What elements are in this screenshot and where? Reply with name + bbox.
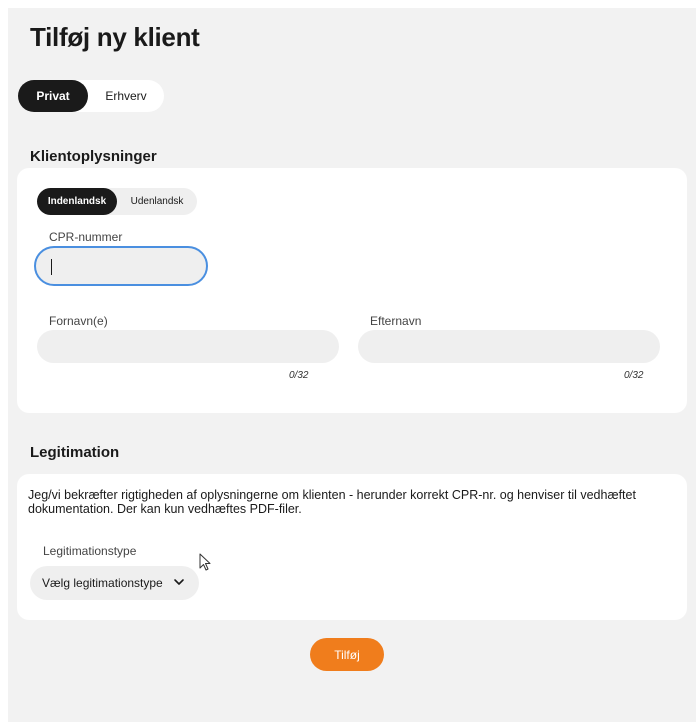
legitimation-description: Jeg/vi bekræfter rigtigheden af oplysnin… bbox=[28, 488, 636, 516]
cpr-label: CPR-nummer bbox=[49, 230, 123, 244]
last-name-counter: 0/32 bbox=[624, 370, 644, 381]
origin-domestic-option[interactable]: Indenlandsk bbox=[37, 188, 117, 215]
cpr-input[interactable] bbox=[34, 246, 208, 286]
legitimation-card: Jeg/vi bekræfter rigtigheden af oplysnin… bbox=[17, 474, 687, 620]
chevron-down-icon bbox=[174, 579, 184, 585]
text-caret bbox=[51, 259, 52, 275]
legitimation-type-label: Legitimationstype bbox=[43, 544, 137, 558]
origin-toggle: Indenlandsk Udenlandsk bbox=[37, 188, 197, 215]
first-name-input[interactable] bbox=[37, 330, 339, 363]
client-type-toggle: Privat Erhverv bbox=[18, 80, 164, 112]
first-name-label: Fornavn(e) bbox=[49, 314, 108, 328]
legitimation-type-value: Vælg legitimationstype bbox=[42, 576, 163, 590]
last-name-label: Efternavn bbox=[370, 314, 422, 328]
first-name-counter: 0/32 bbox=[289, 370, 309, 381]
page-background: Tilføj ny klient Privat Erhverv Klientop… bbox=[8, 8, 696, 722]
submit-button[interactable]: Tilføj bbox=[310, 638, 384, 671]
page-title: Tilføj ny klient bbox=[30, 22, 200, 52]
legitimation-heading: Legitimation bbox=[30, 444, 120, 461]
client-info-card: Indenlandsk Udenlandsk CPR-nummer Fornav… bbox=[17, 168, 687, 413]
client-info-heading: Klientoplysninger bbox=[30, 148, 157, 165]
mouse-pointer-icon bbox=[199, 553, 211, 571]
last-name-input[interactable] bbox=[358, 330, 660, 363]
legitimation-type-select[interactable]: Vælg legitimationstype bbox=[30, 566, 199, 600]
origin-foreign-option[interactable]: Udenlandsk bbox=[117, 188, 197, 215]
client-type-business-option[interactable]: Erhverv bbox=[88, 80, 164, 112]
client-type-private-option[interactable]: Privat bbox=[18, 80, 88, 112]
